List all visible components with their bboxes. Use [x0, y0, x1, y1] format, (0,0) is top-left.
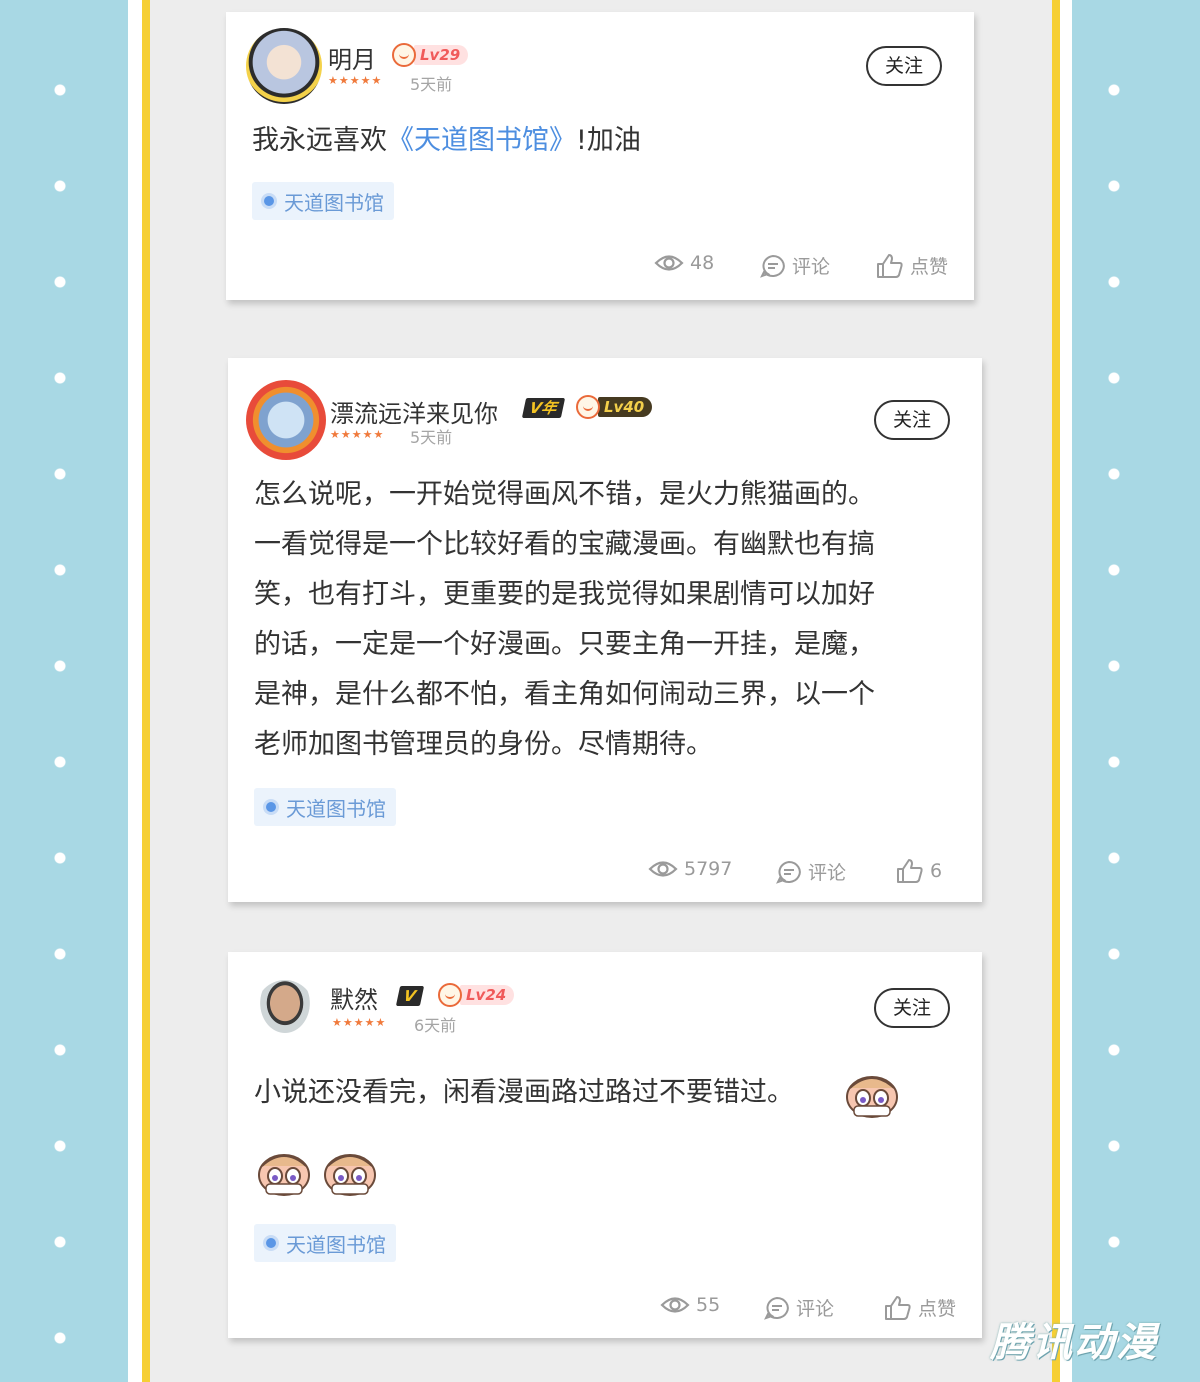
rating-stars: ★★★★★: [332, 1016, 387, 1029]
follow-button[interactable]: 关注: [874, 400, 950, 440]
comment-card: 默然 V Lv24 ★★★★★ 6天前 关注 小说还没看完，闲看漫画路过路过不要…: [228, 952, 982, 1338]
comic-tag[interactable]: 天道图书馆: [252, 182, 394, 220]
follow-button[interactable]: 关注: [866, 46, 942, 86]
like-button[interactable]: 点赞: [884, 1294, 956, 1321]
crying-face-emoji-icon: [258, 1154, 310, 1196]
avatar[interactable]: [246, 28, 322, 104]
level-face-icon: [438, 983, 462, 1007]
crying-face-emoji-icon: [846, 1076, 898, 1118]
comment-button[interactable]: 评论: [764, 1294, 834, 1321]
like-button[interactable]: 点赞: [876, 252, 948, 279]
avatar[interactable]: [246, 380, 326, 460]
follow-button[interactable]: 关注: [874, 988, 950, 1028]
tag-dot-icon: [264, 196, 274, 206]
vip-badge: V年: [521, 398, 565, 418]
left-white-strip: [128, 0, 142, 1382]
left-yellow-border: [142, 0, 150, 1382]
post-time: 5天前: [410, 75, 453, 94]
level-face-icon: [576, 395, 600, 419]
comment-icon: [760, 254, 785, 278]
level-face-icon: [392, 43, 416, 67]
rating-stars: ★★★★★: [330, 428, 385, 441]
right-yellow-border: [1052, 0, 1060, 1382]
comment-text: 我永远喜欢《天道图书馆》!加油: [252, 125, 641, 156]
comment-text: 怎么说呢，一开始觉得画风不错，是火力熊猫画的。 一看觉得是一个比较好看的宝藏漫画…: [254, 479, 875, 760]
left-dotted-panel: [0, 0, 128, 1382]
comment-button[interactable]: 评论: [760, 252, 830, 279]
username[interactable]: 默然: [330, 980, 378, 1015]
vip-badge: V: [395, 986, 424, 1006]
username[interactable]: 明月: [328, 40, 376, 75]
avatar[interactable]: [256, 980, 314, 1038]
level-badge: Lv29: [392, 42, 469, 68]
thumbs-up-icon: [897, 859, 923, 883]
views-stat: 55: [660, 1294, 720, 1316]
comment-icon: [764, 1296, 789, 1320]
comment-card: 漂流远洋来见你 V年 Lv40 ★★★★★ 5天前 关注 怎么说呢，一开始觉得画…: [228, 358, 982, 902]
eye-icon: [648, 861, 678, 877]
post-time: 5天前: [410, 428, 453, 447]
comic-tag[interactable]: 天道图书馆: [254, 1224, 396, 1262]
comic-tag[interactable]: 天道图书馆: [254, 788, 396, 826]
like-button[interactable]: 6: [896, 858, 942, 884]
comment-text: 小说还没看完，闲看漫画路过路过不要错过。: [254, 1077, 794, 1108]
eye-icon: [660, 1297, 690, 1313]
thumbs-up-icon: [885, 1295, 911, 1320]
watermark-logo: 腾讯动漫: [990, 1320, 1158, 1366]
level-badge: Lv40: [576, 394, 653, 420]
comment-icon: [776, 860, 801, 884]
thumbs-up-icon: [877, 253, 903, 278]
crying-face-emoji-icon: [324, 1154, 376, 1196]
post-time: 6天前: [414, 1016, 457, 1035]
comment-button[interactable]: 评论: [776, 858, 846, 885]
views-stat: 48: [654, 252, 714, 274]
comment-card: 明月 Lv29 ★★★★★ 5天前 关注 我永远喜欢《天道图书馆》!加油 天道图…: [226, 12, 974, 300]
eye-icon: [654, 255, 684, 271]
views-stat: 5797: [648, 858, 732, 880]
rating-stars: ★★★★★: [328, 74, 383, 87]
right-dotted-panel: [1072, 0, 1200, 1382]
comic-link[interactable]: 《天道图书馆》: [387, 125, 576, 156]
tag-dot-icon: [266, 802, 276, 812]
level-badge: Lv24: [438, 982, 515, 1008]
right-white-strip: [1060, 0, 1072, 1382]
tag-dot-icon: [266, 1238, 276, 1248]
